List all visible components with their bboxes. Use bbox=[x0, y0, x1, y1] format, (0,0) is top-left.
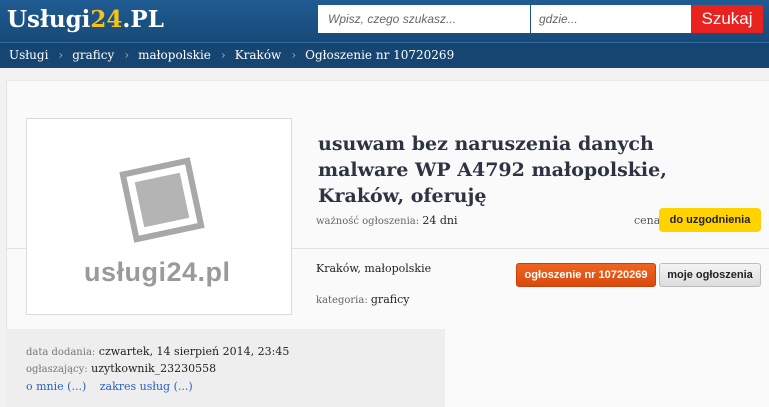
breadcrumb-item-region[interactable]: małopolskie bbox=[138, 48, 211, 62]
price-badge: do uzgodnienia bbox=[659, 208, 761, 232]
about-me-link[interactable]: o mnie (...) bbox=[26, 380, 86, 393]
top-header: Usługi24.PL Szukaj bbox=[0, 0, 769, 42]
location-input[interactable] bbox=[531, 5, 691, 33]
panel-border bbox=[6, 80, 769, 81]
validity-value: 24 dni bbox=[422, 214, 458, 227]
my-ads-button[interactable]: moje ogłoszenia bbox=[659, 263, 761, 287]
listing-title: usuwam bez naruszenia danych malware WP … bbox=[318, 133, 667, 207]
listing-category: kategoria: graficy bbox=[316, 293, 409, 306]
search-button[interactable]: Szukaj bbox=[691, 5, 763, 33]
logo-text-accent: 24 bbox=[90, 6, 123, 33]
category-label: kategoria: bbox=[316, 295, 368, 306]
services-scope-link[interactable]: zakres usług (...) bbox=[100, 380, 193, 393]
logo-text-main: Usługi bbox=[7, 6, 91, 33]
breadcrumb-separator: › bbox=[58, 48, 64, 62]
advertiser-label: ogłaszający: bbox=[26, 364, 88, 375]
advertiser-value: uzytkownik_23230558 bbox=[91, 362, 217, 375]
logo-text-domain: .PL bbox=[122, 6, 164, 33]
breadcrumb-item-services[interactable]: Usługi bbox=[9, 48, 48, 62]
search-input[interactable] bbox=[318, 5, 530, 33]
divider bbox=[292, 248, 769, 249]
advertiser: ogłaszający: uzytkownik_23230558 bbox=[26, 362, 216, 375]
breadcrumb: Usługi › graficy › małopolskie › Kraków › Ogłosz… bbox=[9, 48, 454, 62]
breadcrumb-separator: › bbox=[124, 48, 130, 62]
date-added-label: data dodania: bbox=[26, 347, 96, 358]
image-watermark: usługi24.pl bbox=[84, 257, 231, 287]
validity-info: ważność ogłoszenia: 24 dni bbox=[316, 214, 457, 227]
advertiser-links: o mnie (...) zakres usług (...) bbox=[26, 380, 203, 393]
ad-number-button[interactable]: ogłoszenie nr 10720269 bbox=[516, 263, 656, 287]
breadcrumb-separator: › bbox=[291, 48, 297, 62]
breadcrumb-item-current: Ogłoszenie nr 10720269 bbox=[305, 48, 455, 62]
divider bbox=[6, 248, 26, 249]
validity-label: ważność ogłoszenia: bbox=[316, 216, 420, 227]
breadcrumb-separator: › bbox=[220, 48, 226, 62]
breadcrumb-item-category[interactable]: graficy bbox=[72, 48, 114, 62]
listing-location: Kraków, małopolskie bbox=[316, 262, 432, 275]
date-added-value: czwartek, 14 sierpień 2014, 23:45 bbox=[98, 345, 290, 358]
breadcrumb-item-city[interactable]: Kraków bbox=[235, 48, 282, 62]
listing-image[interactable]: usługi24.pl bbox=[26, 118, 292, 315]
site-logo[interactable]: Usługi24.PL bbox=[7, 6, 164, 33]
price-label: cena bbox=[634, 214, 661, 227]
category-value[interactable]: graficy bbox=[371, 293, 410, 306]
photo-placeholder-icon bbox=[119, 157, 205, 243]
breadcrumb-bar: Usługi › graficy › małopolskie › Kraków › Ogłosz… bbox=[0, 42, 769, 68]
date-added: data dodania: czwartek, 14 sierpień 2014… bbox=[26, 345, 289, 358]
